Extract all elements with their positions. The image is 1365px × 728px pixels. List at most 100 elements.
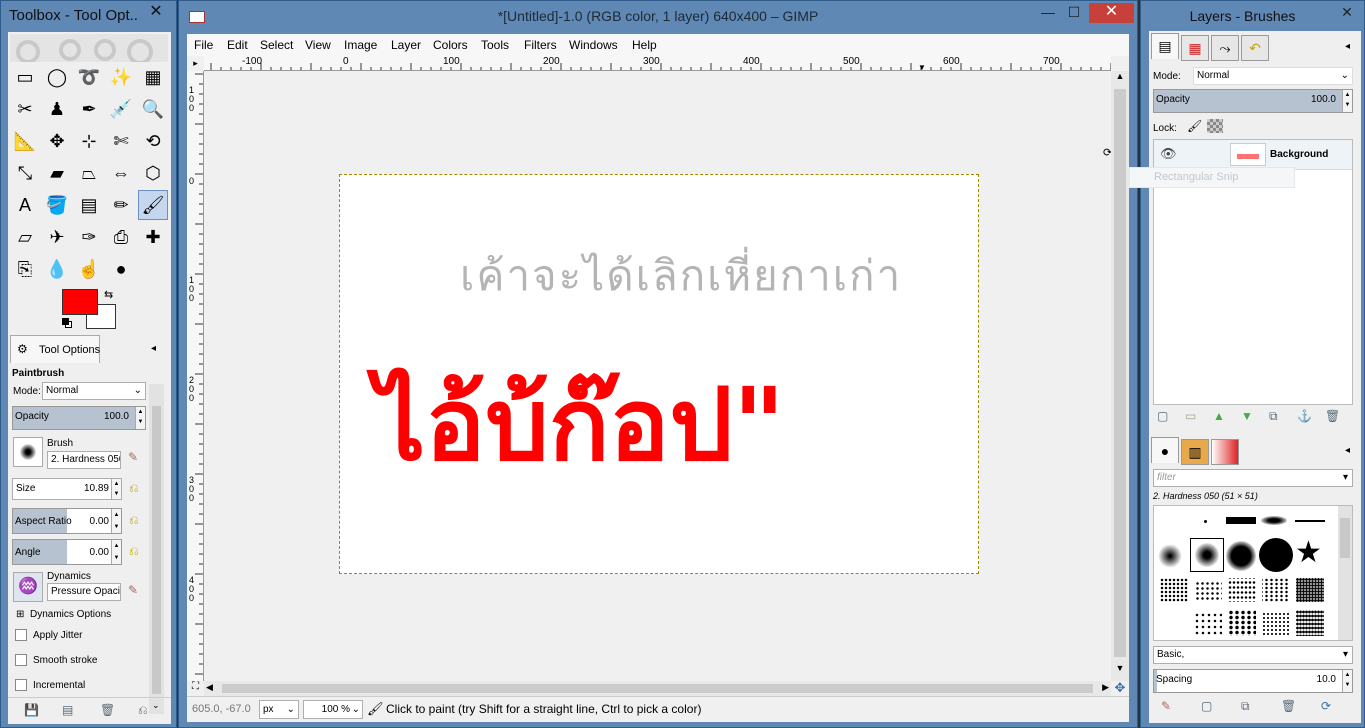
- brush-item[interactable]: [1228, 578, 1256, 602]
- reset-options-icon[interactable]: ⎌: [138, 703, 148, 718]
- bucket-fill-icon[interactable]: 🪣: [42, 190, 72, 220]
- angle-slider[interactable]: Angle 0.00 ▲ ▼: [12, 539, 122, 565]
- menu-layer[interactable]: Layer: [391, 34, 421, 56]
- reset-size-icon[interactable]: ⎌: [129, 481, 139, 496]
- layer-name[interactable]: Background: [1270, 149, 1328, 160]
- channels-tab-icon[interactable]: ▦: [1181, 35, 1209, 61]
- lock-alpha-icon[interactable]: [1207, 119, 1223, 133]
- scroll-up-icon[interactable]: ▲: [1111, 71, 1129, 81]
- align-icon[interactable]: ⊹: [74, 126, 104, 156]
- brush-item[interactable]: [1204, 520, 1207, 523]
- tool-options-scrollbar[interactable]: ⌄: [149, 384, 164, 714]
- edit-brush-icon[interactable]: ✎: [1161, 699, 1171, 713]
- menu-edit[interactable]: Edit: [227, 34, 248, 56]
- scroll-right-icon[interactable]: ▶: [1102, 682, 1109, 693]
- brushes-tab-icon[interactable]: ●: [1151, 437, 1179, 463]
- brush-item[interactable]: [1296, 578, 1324, 602]
- restore-options-icon[interactable]: ▤: [62, 703, 73, 717]
- hscroll-thumb[interactable]: [222, 684, 1093, 693]
- scroll-down-icon[interactable]: ▼: [1111, 663, 1129, 673]
- mode-select[interactable]: Normal ⌄: [42, 382, 146, 400]
- undo-history-tab-icon[interactable]: ↶: [1241, 35, 1269, 61]
- layer-opacity-spinner[interactable]: ▲ ▼: [1342, 90, 1352, 112]
- menu-image[interactable]: Image: [344, 34, 377, 56]
- dynamics-preview-icon[interactable]: ♒: [13, 572, 43, 602]
- save-options-icon[interactable]: 💾: [24, 703, 39, 717]
- navigation-icon[interactable]: ✥: [1111, 681, 1129, 696]
- zoom-select[interactable]: 100 % ⌄: [303, 700, 363, 719]
- brush-item[interactable]: [1194, 612, 1222, 636]
- layers-close-button[interactable]: ✕: [1333, 3, 1361, 23]
- scrollbar-thumb[interactable]: [1340, 518, 1350, 558]
- brush-item[interactable]: [1228, 610, 1256, 636]
- eraser-icon[interactable]: ▱: [10, 222, 40, 252]
- brush-tag-field[interactable]: Basic, ▾: [1153, 646, 1353, 664]
- duplicate-brush-icon[interactable]: ⧉: [1241, 699, 1250, 714]
- zoom-icon[interactable]: 🔍: [138, 94, 168, 124]
- brush-item[interactable]: [1296, 610, 1324, 636]
- refresh-brushes-icon[interactable]: ⟳: [1321, 699, 1331, 713]
- brush-item[interactable]: [1158, 544, 1182, 568]
- perspective-icon[interactable]: ⏢: [74, 158, 104, 188]
- default-colors-icon[interactable]: [62, 318, 72, 328]
- scissors-select-icon[interactable]: ✂: [10, 94, 40, 124]
- airbrush-icon[interactable]: ✈: [42, 222, 72, 252]
- delete-layer-icon[interactable]: 🗑: [1325, 409, 1340, 423]
- brush-item-selected[interactable]: [1190, 538, 1224, 572]
- unit-select[interactable]: px ⌄: [259, 700, 299, 719]
- brush-item[interactable]: [1262, 612, 1290, 636]
- brush-filter-input[interactable]: filter ▾: [1153, 469, 1353, 487]
- maximize-button[interactable]: ☐: [1061, 3, 1087, 23]
- edit-brush-icon[interactable]: ✎: [128, 450, 138, 464]
- brush-item[interactable]: [1160, 578, 1188, 602]
- clone-icon[interactable]: ⎙: [106, 222, 136, 252]
- scrollbar-thumb[interactable]: [152, 406, 161, 694]
- reset-aspect-icon[interactable]: ⎌: [129, 513, 139, 528]
- lower-layer-icon[interactable]: ▼: [1241, 409, 1253, 423]
- brush-item[interactable]: [1295, 520, 1325, 522]
- dynamics-name-field[interactable]: Pressure Opacit: [47, 583, 121, 601]
- menu-select[interactable]: Select: [260, 34, 293, 56]
- layer-mode-select[interactable]: Normal ⌄: [1193, 67, 1353, 85]
- configure-tab-icon[interactable]: ◂: [1345, 41, 1350, 52]
- edit-dynamics-icon[interactable]: ✎: [128, 583, 138, 597]
- heal-icon[interactable]: ✚: [138, 222, 168, 252]
- horizontal-scrollbar[interactable]: ◀ ▶: [204, 681, 1111, 696]
- patterns-tab-icon[interactable]: ▥: [1181, 439, 1209, 465]
- brush-item[interactable]: [1262, 578, 1290, 602]
- spacing-slider[interactable]: Spacing 10.0 ▲ ▼: [1153, 669, 1353, 693]
- dynamics-options-expander[interactable]: Dynamics Options: [30, 609, 111, 620]
- menu-help[interactable]: Help: [632, 34, 657, 56]
- paintbrush-icon[interactable]: 🖌: [138, 190, 168, 220]
- incremental-checkbox[interactable]: [15, 679, 27, 691]
- rect-select-icon[interactable]: ▭: [10, 62, 40, 92]
- fuzzy-select-icon[interactable]: ✨: [106, 62, 136, 92]
- brush-preview[interactable]: [13, 437, 43, 467]
- smooth-stroke-checkbox[interactable]: [15, 654, 27, 666]
- blend-icon[interactable]: ▤: [74, 190, 104, 220]
- eye-visibility-icon[interactable]: 👁: [1160, 146, 1177, 162]
- size-field[interactable]: Size 10.89 ▲ ▼: [12, 478, 122, 500]
- text-icon[interactable]: A: [10, 190, 40, 220]
- size-spinner[interactable]: ▲ ▼: [111, 479, 121, 499]
- opacity-slider[interactable]: Opacity 100.0 ▲ ▼: [12, 406, 146, 430]
- opacity-spinner[interactable]: ▲ ▼: [135, 407, 145, 429]
- aspect-ratio-slider[interactable]: Aspect Ratio 0.00 ▲ ▼: [12, 508, 122, 534]
- perspective-clone-icon[interactable]: ⎘: [10, 254, 40, 284]
- aspect-ratio-spinner[interactable]: ▲ ▼: [111, 509, 121, 533]
- foreground-select-icon[interactable]: ♟: [42, 94, 72, 124]
- scroll-left-icon[interactable]: ◀: [206, 682, 213, 693]
- layers-tab-icon[interactable]: ▤: [1151, 33, 1179, 59]
- paths-icon[interactable]: ✒: [74, 94, 104, 124]
- cage-transform-icon[interactable]: ⬡: [138, 158, 168, 188]
- close-button[interactable]: ✕: [1089, 3, 1134, 23]
- delete-brush-icon[interactable]: 🗑: [1281, 699, 1296, 713]
- brush-name-field[interactable]: 2. Hardness 050: [47, 451, 121, 469]
- flip-icon[interactable]: ⇔: [106, 158, 136, 188]
- image-canvas[interactable]: เค้าจะได้เลิกเหี่ยกาเก่า ไอ้บ้ก๊อป": [339, 174, 979, 574]
- menu-filters[interactable]: Filters: [524, 34, 557, 56]
- brush-item[interactable]: [1261, 516, 1287, 525]
- configure-tab-icon[interactable]: ◂: [151, 343, 156, 354]
- smudge-icon[interactable]: ☝: [74, 254, 104, 284]
- lock-pixels-icon[interactable]: 🖌: [1187, 119, 1202, 133]
